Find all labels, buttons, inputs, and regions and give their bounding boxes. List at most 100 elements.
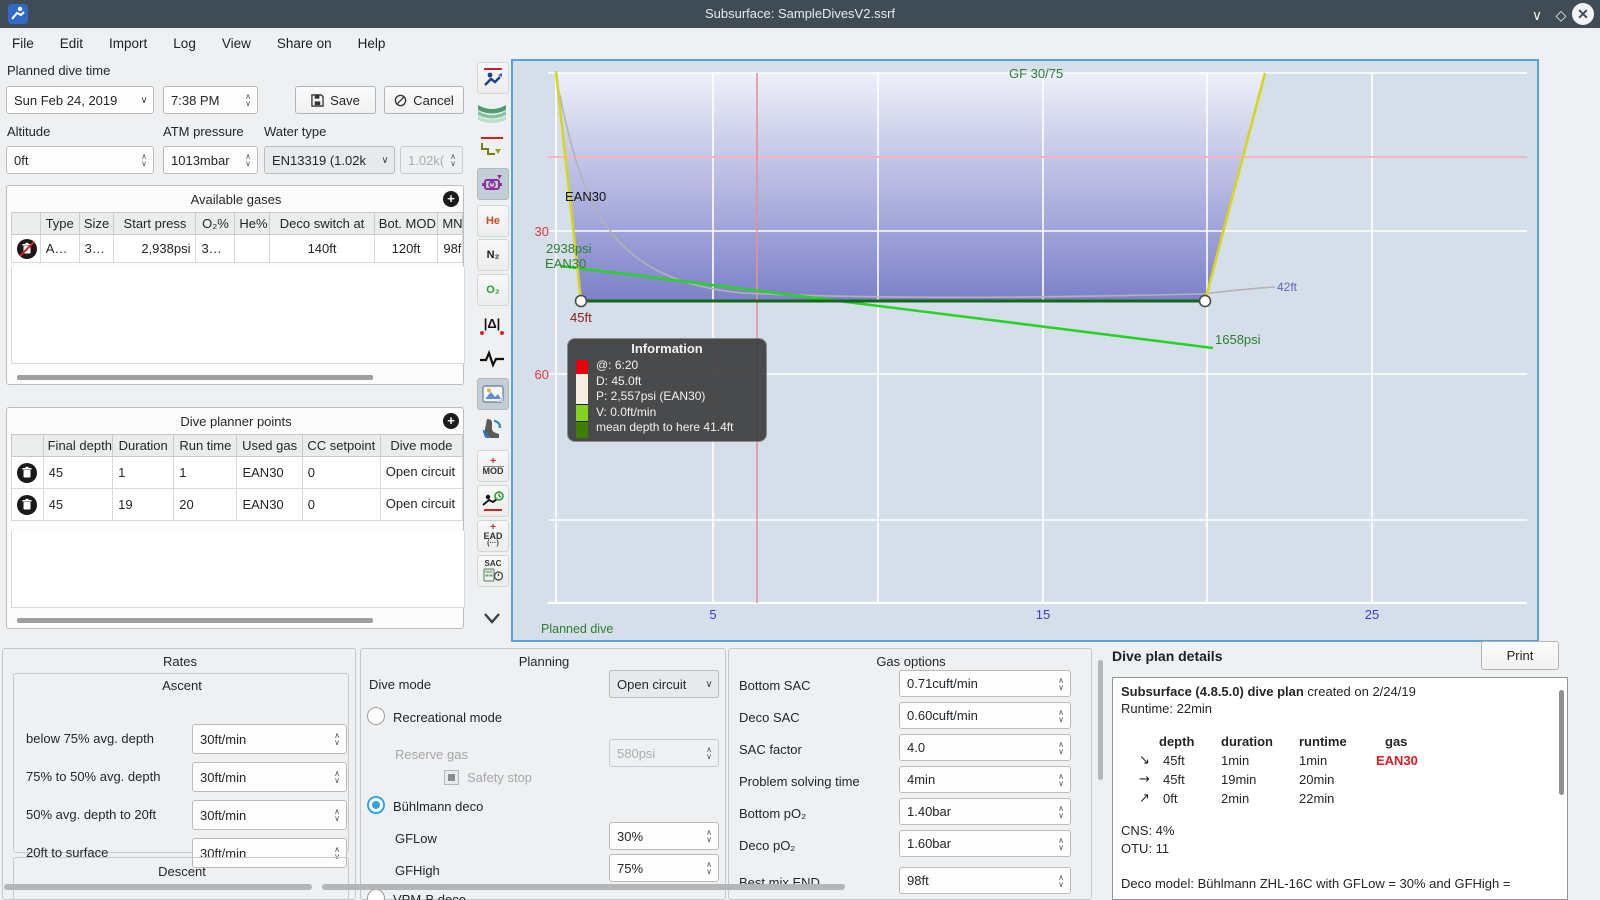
add-gas-button[interactable]: + [443,191,459,207]
best-mix-end-spinbox[interactable]: 98ft ∧ ∨ [899,867,1071,894]
plan-text-vscrollbar[interactable] [1559,690,1564,795]
delete-gas-cell[interactable] [11,234,41,263]
spin-buttons[interactable]: ∧ ∨ [1052,676,1070,691]
ascent-rate-spinbox[interactable]: 30ft/min ∧ ∨ [192,800,347,830]
print-button[interactable]: Print [1481,641,1559,670]
gas-start-press-cell[interactable]: 2,938psi [113,234,197,263]
final-depth-cell[interactable]: 45 [42,488,114,521]
dc-ceiling-icon[interactable] [477,168,509,200]
cc-setpoint-cell[interactable]: 0 [301,456,381,489]
menu-log[interactable]: Log [173,36,196,51]
menu-view[interactable]: View [222,36,251,51]
cancel-button[interactable]: Cancel [384,86,464,114]
photos-icon[interactable] [477,378,509,410]
sac-icon[interactable]: SAC [477,555,509,587]
deco-po2-spinbox[interactable]: 1.60bar ∧ ∨ [899,830,1071,857]
run-time-cell[interactable]: 20 [173,488,238,521]
delete-point-cell[interactable] [11,488,44,521]
waves-icon[interactable] [477,98,507,128]
toggle-n2-icon[interactable]: N₂ [477,239,509,271]
final-depth-cell[interactable]: 45 [42,456,114,489]
cc-setpoint-cell[interactable]: 0 [301,488,381,521]
gas-change-icon[interactable] [477,414,507,444]
gflow-spinbox[interactable]: 30% ∧ ∨ [609,822,719,850]
chevron-down-icon[interactable]: ∨ [135,95,153,106]
buhlmann-deco-radio[interactable] [367,796,385,814]
spin-buttons[interactable]: ∧ ∨ [1052,804,1070,819]
heart-rate-icon[interactable] [477,344,507,374]
dive-plan-text-box[interactable]: Subsurface (4.8.5.0) dive plan created o… [1112,677,1568,900]
planner-point-handle[interactable] [1198,294,1212,308]
gas-type-cell[interactable]: A… [39,234,80,263]
spin-buttons[interactable]: ∧ ∨ [328,732,346,747]
spin-buttons[interactable]: ∧ ∨ [239,153,257,168]
duration-cell[interactable]: 19 [112,488,175,521]
ascent-rate-spinbox[interactable]: 30ft/min ∧ ∨ [192,762,347,792]
dive-time-spinbox[interactable]: 7:38 PM ∧ ∨ [163,86,258,114]
used-gas-cell[interactable]: EAN30 [236,488,303,521]
chevron-down-icon[interactable]: ∨ [376,155,394,166]
maximize-icon[interactable]: ◇ [1550,4,1572,26]
dive-date-combo[interactable]: Sun Feb 24, 2019 ∨ [6,86,154,114]
dive-profile-chart[interactable]: GF 30/75 EAN30 2938psi EAN30 1658psi 45f… [511,59,1539,642]
menu-help[interactable]: Help [358,36,386,51]
close-icon[interactable]: ✕ [1572,3,1594,25]
deco-sac-spinbox[interactable]: 0.60cuft/min ∧ ∨ [899,702,1071,729]
trash-icon[interactable] [17,494,38,515]
ceiling-icon[interactable] [477,133,507,163]
minimize-icon[interactable]: ∨ [1526,4,1548,26]
spin-buttons[interactable]: ∧ ∨ [700,861,718,876]
problem-solving-time-spinbox[interactable]: 4min ∧ ∨ [899,766,1071,793]
menu-edit[interactable]: Edit [60,36,83,51]
spin-buttons[interactable]: ∧ ∨ [1052,873,1070,888]
trash-icon[interactable] [17,462,38,483]
menu-import[interactable]: Import [109,36,147,51]
gas-o2-cell[interactable]: 3… [195,234,236,263]
planner-point-handle[interactable] [574,294,588,308]
gfhigh-spinbox[interactable]: 75% ∧ ∨ [609,854,719,882]
chevron-down-icon[interactable]: ∨ [700,679,718,690]
water-type-combo[interactable]: EN13319 (1.02k ∨ [264,146,395,174]
recreational-mode-radio[interactable] [367,707,385,725]
toggle-he-icon[interactable]: He [477,205,509,237]
bottom-sac-spinbox[interactable]: 0.71cuft/min ∧ ∨ [899,670,1071,697]
trash-disabled-icon[interactable] [17,238,37,259]
altitude-spinbox[interactable]: 0ft ∧ ∨ [6,146,154,174]
spin-buttons[interactable]: ∧ ∨ [700,829,718,844]
bottom-hscrollbar-left[interactable] [4,884,312,890]
spin-buttons[interactable]: ∧ ∨ [1052,772,1070,787]
spin-buttons[interactable]: ∧ ∨ [1052,836,1070,851]
menu-file[interactable]: File [12,36,34,51]
gas-mnd-cell[interactable]: 98f [437,234,463,263]
ndl-diver-icon[interactable] [477,485,509,517]
used-gas-cell[interactable]: EAN30 [236,456,303,489]
spin-buttons[interactable]: ∧ ∨ [1052,740,1070,755]
vpmb-deco-radio[interactable] [367,889,385,900]
gas-he-cell[interactable] [234,234,271,263]
tissue-delta-icon[interactable]: |Δ| [477,308,507,338]
spin-buttons[interactable]: ∧ ∨ [328,770,346,785]
gas-deco-switch-cell[interactable]: 140ft [269,234,375,263]
points-hscrollbar[interactable] [17,618,373,623]
spin-buttons[interactable]: ∧ ∨ [239,93,257,108]
run-time-cell[interactable]: 1 [173,456,238,489]
add-point-button[interactable]: + [443,413,459,429]
dive-mode-combo[interactable]: Open circuit ∨ [609,670,719,698]
duration-cell[interactable]: 1 [112,456,175,489]
atm-pressure-spinbox[interactable]: 1013mbar ∧ ∨ [163,146,258,174]
details-vscrollbar[interactable] [1098,660,1103,780]
spin-buttons[interactable]: ∧ ∨ [135,153,153,168]
delete-point-cell[interactable] [11,456,44,489]
gases-hscrollbar[interactable] [17,375,373,380]
spin-buttons[interactable]: ∧ ∨ [1052,708,1070,723]
bottom-hscrollbar-middle[interactable] [322,884,845,890]
spin-buttons[interactable]: ∧ ∨ [328,808,346,823]
save-button[interactable]: Save [295,86,376,114]
dive-mode-cell[interactable]: Open circuit [379,488,464,521]
menu-share-on[interactable]: Share on [277,36,332,51]
profile-diver-icon[interactable] [477,62,509,94]
ead-icon[interactable]: + EAD (···) [477,520,509,552]
mod-icon[interactable]: + MOD [477,450,509,482]
dive-mode-cell[interactable]: Open circuit [379,456,464,489]
gas-bot-mod-cell[interactable]: 120ft [373,234,439,263]
